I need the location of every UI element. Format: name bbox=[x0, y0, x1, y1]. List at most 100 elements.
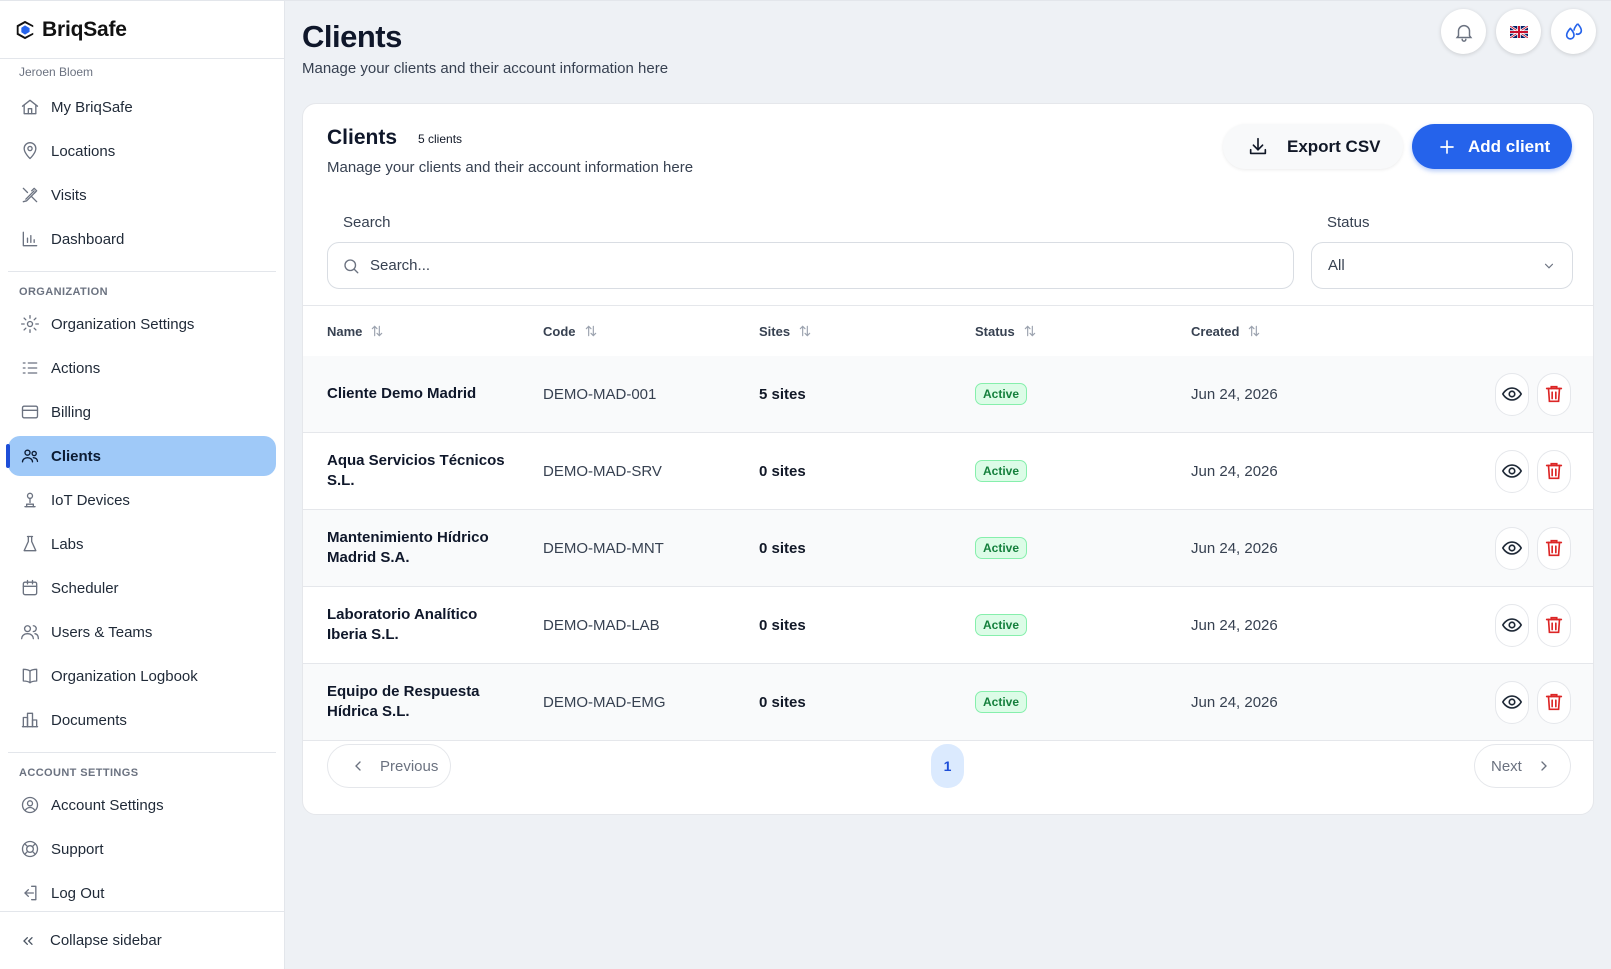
view-client-button[interactable] bbox=[1495, 449, 1529, 493]
status-select-value: All bbox=[1328, 257, 1345, 274]
main-content: Clients Manage your clients and their ac… bbox=[285, 0, 1611, 969]
table-row[interactable]: Laboratorio Analítico Iberia S.L. DEMO-MA… bbox=[303, 587, 1593, 664]
sidebar-item-actions[interactable]: Actions bbox=[8, 348, 276, 388]
language-button[interactable] bbox=[1496, 9, 1541, 54]
delete-client-button[interactable] bbox=[1537, 526, 1571, 570]
trash-icon bbox=[1543, 383, 1565, 405]
sidebar-item-dashboard[interactable]: Dashboard bbox=[8, 219, 276, 259]
sidebar-item-log-out[interactable]: Log Out bbox=[8, 873, 276, 913]
table-row[interactable]: Cliente Demo Madrid DEMO-MAD-001 5 sites Ac… bbox=[303, 356, 1593, 433]
sidebar-item-scheduler[interactable]: Scheduler bbox=[8, 568, 276, 608]
next-label: Next bbox=[1491, 757, 1522, 775]
view-client-button[interactable] bbox=[1495, 680, 1529, 724]
client-sites: 0 sites bbox=[759, 693, 806, 711]
column-header-created[interactable]: Created bbox=[1191, 324, 1261, 339]
sidebar-item-iot-devices[interactable]: IoT Devices bbox=[8, 480, 276, 520]
eye-icon bbox=[1501, 383, 1523, 405]
client-sites: 0 sites bbox=[759, 539, 806, 557]
sidebar-item-label: Organization Logbook bbox=[51, 667, 198, 685]
delete-client-button[interactable] bbox=[1537, 603, 1571, 647]
table-row[interactable]: Equipo de Respuesta Hídrica S.L. DEMO-MAD… bbox=[303, 664, 1593, 741]
client-sites: 0 sites bbox=[759, 462, 806, 480]
column-header-sites[interactable]: Sites bbox=[759, 324, 812, 339]
notifications-button[interactable] bbox=[1441, 9, 1486, 54]
sidebar-item-locations[interactable]: Locations bbox=[8, 131, 276, 171]
column-header-name[interactable]: Name bbox=[327, 324, 517, 339]
column-header-label: Name bbox=[327, 323, 363, 339]
column-header-code[interactable]: Code bbox=[543, 324, 598, 339]
sidebar-item-label: Log Out bbox=[51, 884, 105, 902]
view-client-button[interactable] bbox=[1495, 372, 1529, 416]
location-pin-icon bbox=[20, 141, 40, 161]
sidebar-item-users-and-teams[interactable]: Users & Teams bbox=[8, 612, 276, 652]
trash-icon bbox=[1543, 537, 1565, 559]
delete-client-button[interactable] bbox=[1537, 372, 1571, 416]
sidebar-item-documents[interactable]: Documents bbox=[8, 700, 276, 740]
table-row[interactable]: Aqua Servicios Técnicos S.L. DEMO-MAD-SRV… bbox=[303, 433, 1593, 510]
sidebar-item-clients[interactable]: Clients bbox=[6, 436, 276, 476]
client-code: DEMO-MAD-EMG bbox=[543, 693, 666, 711]
sort-icon bbox=[584, 324, 598, 338]
sidebar-item-label: Visits bbox=[51, 186, 87, 204]
book-icon bbox=[20, 666, 40, 686]
pagination: Previous 1 Next bbox=[303, 732, 1593, 812]
status-select[interactable]: All bbox=[1311, 242, 1573, 289]
card-subtitle: Manage your clients and their account in… bbox=[327, 159, 694, 176]
column-header-status[interactable]: Status bbox=[975, 324, 1037, 339]
sidebar-item-label: My BriqSafe bbox=[51, 98, 133, 116]
view-client-button[interactable] bbox=[1495, 603, 1529, 647]
tools-icon bbox=[20, 185, 40, 205]
bar-chart-icon bbox=[20, 229, 40, 249]
users-icon bbox=[20, 622, 40, 642]
sidebar-item-label: Scheduler bbox=[51, 579, 119, 597]
client-created: Jun 24, 2026 bbox=[1191, 385, 1278, 403]
export-csv-button[interactable]: Export CSV bbox=[1223, 124, 1403, 169]
home-icon bbox=[20, 97, 40, 117]
delete-client-button[interactable] bbox=[1537, 449, 1571, 493]
trash-icon bbox=[1543, 460, 1565, 482]
logout-icon bbox=[20, 883, 40, 903]
sidebar-item-my-briqsafe[interactable]: My BriqSafe bbox=[8, 87, 276, 127]
collapse-sidebar-button[interactable]: Collapse sidebar bbox=[0, 911, 284, 969]
search-field[interactable] bbox=[327, 242, 1294, 289]
sidebar-item-organization-settings[interactable]: Organization Settings bbox=[8, 304, 276, 344]
search-input[interactable] bbox=[370, 257, 1230, 274]
sidebar-item-label: Actions bbox=[51, 359, 101, 377]
export-csv-label: Export CSV bbox=[1287, 136, 1381, 156]
delete-client-button[interactable] bbox=[1537, 680, 1571, 724]
sort-icon bbox=[370, 324, 384, 338]
table-row[interactable]: Mantenimiento Hídrico Madrid S.A. DEMO-MA… bbox=[303, 510, 1593, 587]
column-header-label: Status bbox=[975, 323, 1015, 339]
water-drops-icon bbox=[1563, 21, 1585, 43]
previous-page-button[interactable]: Previous bbox=[327, 744, 451, 788]
column-header-label: Sites bbox=[759, 323, 791, 339]
sidebar-item-labs[interactable]: Labs bbox=[8, 524, 276, 564]
page-number-button[interactable]: 1 bbox=[931, 744, 964, 788]
client-created: Jun 24, 2026 bbox=[1191, 616, 1278, 634]
clients-table: Name Code Sites Status Created Cliente D… bbox=[303, 305, 1593, 741]
sidebar-item-support[interactable]: Support bbox=[8, 829, 276, 869]
lifebuoy-icon bbox=[20, 839, 40, 859]
client-created: Jun 24, 2026 bbox=[1191, 693, 1278, 711]
client-code: DEMO-MAD-LAB bbox=[543, 616, 660, 634]
credit-card-icon bbox=[20, 402, 40, 422]
theme-button[interactable] bbox=[1551, 9, 1596, 54]
eye-icon bbox=[1501, 537, 1523, 559]
eye-icon bbox=[1501, 691, 1523, 713]
next-page-button[interactable]: Next bbox=[1474, 744, 1571, 788]
sidebar-item-visits[interactable]: Visits bbox=[8, 175, 276, 215]
trash-icon bbox=[1543, 614, 1565, 636]
view-client-button[interactable] bbox=[1495, 526, 1529, 570]
sidebar-item-billing[interactable]: Billing bbox=[8, 392, 276, 432]
uk-flag-icon bbox=[1509, 25, 1528, 38]
client-name: Mantenimiento Hídrico Madrid S.A. bbox=[327, 529, 489, 566]
sidebar-item-label: Account Settings bbox=[51, 796, 164, 814]
sidebar-item-organization-logbook[interactable]: Organization Logbook bbox=[8, 656, 276, 696]
sidebar-item-label: Labs bbox=[51, 535, 84, 553]
sidebar-item-label: Organization Settings bbox=[51, 315, 195, 333]
sidebar-item-account-settings[interactable]: Account Settings bbox=[8, 785, 276, 825]
add-client-button[interactable]: Add client bbox=[1412, 124, 1572, 169]
client-code: DEMO-MAD-MNT bbox=[543, 539, 664, 557]
brand[interactable]: BriqSafe bbox=[0, 1, 284, 59]
card-title: Clients bbox=[327, 126, 398, 149]
